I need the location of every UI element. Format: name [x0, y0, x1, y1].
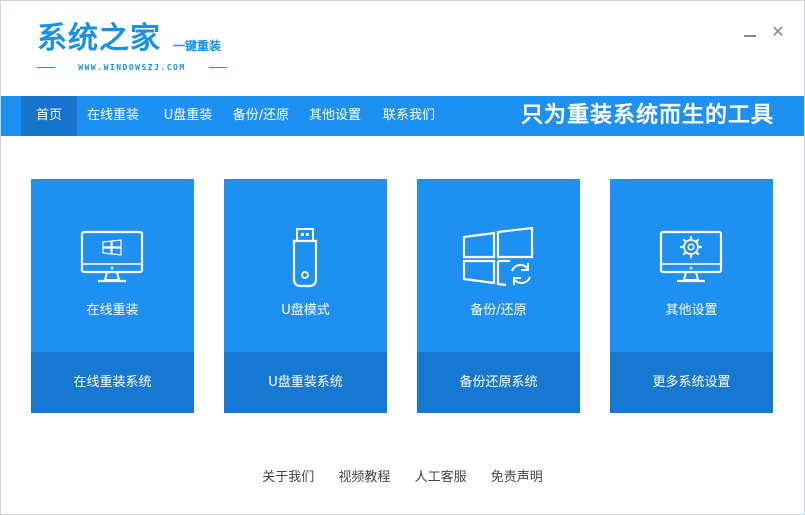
nav-item-home[interactable]: 首页 [21, 96, 77, 136]
nav-item-contact-us[interactable]: 联系我们 [377, 96, 441, 136]
minimize-button[interactable] [741, 23, 759, 41]
card-other-settings-top[interactable]: 其他设置 [610, 179, 773, 352]
footer-link-video-tutorial[interactable]: 视频教程 [338, 467, 390, 489]
logo-subtitle: 一键重装 [173, 39, 222, 53]
nav-slogan: 只为重装系统而生的工具 [520, 103, 774, 128]
app-window: 系统之家 一键重装 WWW.WINDOWSZJ.COM ✕ 首页 在线重装 U盘… [0, 0, 805, 515]
card-other-settings-label: 其他设置 [665, 303, 718, 318]
footer-link-about-us[interactable]: 关于我们 [262, 467, 314, 489]
card-other-settings[interactable]: 其他设置 更多系统设置 [610, 179, 773, 413]
monitor-windows-icon [80, 230, 144, 283]
logo-line-left [37, 66, 55, 68]
card-usb-mode-top[interactable]: U盘模式 [224, 179, 387, 352]
logo-url: WWW.WINDOWSZJ.COM [78, 62, 186, 72]
card-usb-mode-button[interactable]: U盘重装系统 [224, 352, 387, 413]
card-online-reinstall[interactable]: 在线重装 在线重装系统 [31, 179, 194, 413]
card-other-settings-button[interactable]: 更多系统设置 [610, 352, 773, 413]
footer-links: 关于我们 视频教程 人工客服 免责声明 [1, 467, 804, 489]
footer-link-customer-service[interactable]: 人工客服 [415, 467, 467, 489]
card-backup-restore[interactable]: 备份/还原 备份还原系统 [417, 179, 580, 413]
card-online-reinstall-top[interactable]: 在线重装 [31, 179, 194, 352]
nav-item-other-settings[interactable]: 其他设置 [303, 96, 367, 136]
nav-item-backup-restore[interactable]: 备份/还原 [227, 96, 295, 136]
nav-item-online-reinstall[interactable]: 在线重装 [81, 96, 145, 136]
close-icon: ✕ [771, 22, 785, 41]
app-logo: 系统之家 一键重装 WWW.WINDOWSZJ.COM [37, 21, 237, 77]
monitor-gear-icon [659, 230, 723, 283]
card-online-reinstall-button[interactable]: 在线重装系统 [31, 352, 194, 413]
card-usb-mode[interactable]: U盘模式 U盘重装系统 [224, 179, 387, 413]
usb-drive-icon [292, 228, 318, 288]
card-backup-restore-top[interactable]: 备份/还原 [417, 179, 580, 352]
logo-url-row: WWW.WINDOWSZJ.COM [37, 61, 227, 73]
nav-item-usb-reinstall[interactable]: U盘重装 [157, 96, 219, 136]
card-backup-restore-label: 备份/还原 [470, 303, 527, 318]
close-button[interactable]: ✕ [769, 23, 787, 41]
nav-bar: 首页 在线重装 U盘重装 备份/还原 其他设置 联系我们 只为重装系统而生的工具 [1, 96, 804, 136]
card-usb-mode-label: U盘模式 [281, 303, 330, 318]
card-backup-restore-button[interactable]: 备份还原系统 [417, 352, 580, 413]
logo-title: 系统之家 [37, 21, 161, 56]
card-online-reinstall-label: 在线重装 [86, 303, 139, 318]
minimize-icon [744, 35, 756, 37]
footer-link-disclaimer[interactable]: 免责声明 [491, 467, 543, 489]
windows-sync-icon [462, 227, 534, 287]
logo-line-right [208, 66, 227, 68]
